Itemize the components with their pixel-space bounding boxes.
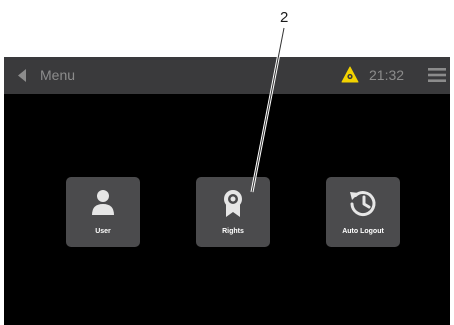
page-title: Menu (40, 67, 76, 83)
warning-triangle-icon[interactable] (341, 66, 359, 83)
user-tile[interactable]: User (66, 177, 140, 247)
manual-figure: 2 Menu 21:32 User Rights Auto Logout (0, 0, 454, 325)
user-icon (92, 190, 114, 215)
callout-number: 2 (280, 9, 289, 26)
rights-badge-icon (224, 190, 242, 217)
auto-logout-tile[interactable]: Auto Logout (326, 177, 400, 247)
user-tile-label: User (95, 228, 111, 235)
rights-tile[interactable]: Rights (196, 177, 270, 247)
device-screen: Menu 21:32 User Rights Auto Logout (4, 57, 450, 325)
top-bar: Menu 21:32 (4, 57, 450, 94)
chevron-left-icon[interactable] (17, 69, 27, 82)
hamburger-icon[interactable] (428, 67, 446, 83)
auto-logout-tile-label: Auto Logout (342, 228, 384, 235)
rights-tile-label: Rights (222, 228, 244, 235)
clock-time: 21:32 (369, 67, 405, 83)
history-icon (350, 191, 376, 217)
